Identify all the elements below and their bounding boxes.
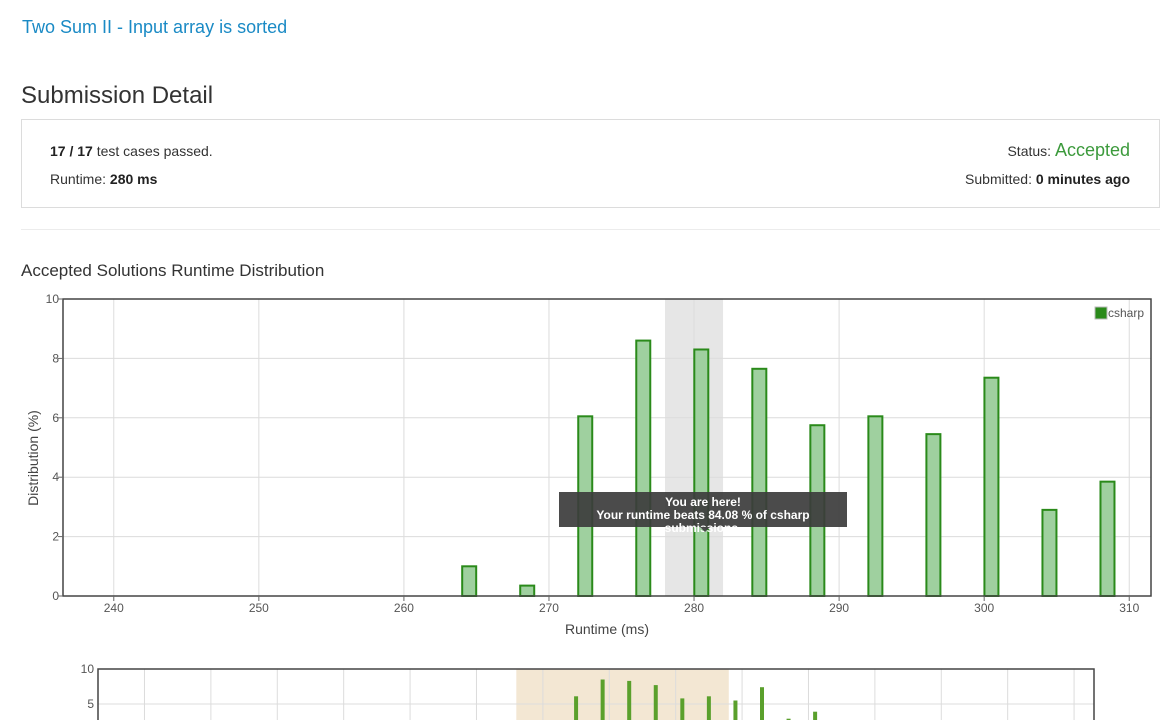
x-tick-label: 240 bbox=[104, 601, 124, 615]
distribution-bar[interactable] bbox=[983, 376, 1000, 597]
distribution-bar[interactable] bbox=[925, 433, 942, 598]
x-tick-label: 280 bbox=[684, 601, 704, 615]
x-tick-label: 290 bbox=[829, 601, 849, 615]
y-tick-label: 4 bbox=[52, 470, 59, 484]
distribution-bar[interactable] bbox=[461, 565, 478, 597]
distribution-bar[interactable] bbox=[519, 584, 536, 597]
legend-swatch bbox=[1094, 306, 1108, 320]
x-tick-label: 260 bbox=[394, 601, 414, 615]
y-tick-label: 10 bbox=[46, 292, 60, 306]
y-tick-label: 8 bbox=[52, 351, 59, 365]
distribution-bar[interactable] bbox=[635, 339, 652, 597]
y-tick-label: 2 bbox=[52, 530, 59, 544]
x-tick-label: 310 bbox=[1119, 601, 1139, 615]
y-tick-label: 0 bbox=[52, 589, 59, 603]
distribution-bar[interactable] bbox=[693, 348, 710, 597]
x-tick-label: 300 bbox=[974, 601, 994, 615]
y-axis-label: Distribution (%) bbox=[25, 410, 41, 506]
distribution-bar[interactable] bbox=[867, 415, 884, 597]
distribution-bar[interactable] bbox=[1099, 480, 1116, 597]
chart-legend[interactable]: csharp bbox=[1094, 306, 1144, 320]
tooltip-pointer bbox=[700, 527, 710, 532]
runtime-tooltip: You are here! Your runtime beats 84.08 %… bbox=[559, 492, 847, 535]
legend-label: csharp bbox=[1108, 306, 1144, 320]
x-axis-label: Runtime (ms) bbox=[565, 621, 649, 637]
runtime-distribution-chart: 240 250 260 270 280 290 300 310 0 2 4 6 8 10 Runtime … bbox=[25, 292, 1152, 637]
x-tick-label: 250 bbox=[249, 601, 269, 615]
distribution-bar[interactable] bbox=[1041, 508, 1058, 597]
x-tick-label: 270 bbox=[539, 601, 559, 615]
y-tick-label: 6 bbox=[52, 411, 59, 425]
distribution-bar[interactable] bbox=[751, 367, 768, 598]
